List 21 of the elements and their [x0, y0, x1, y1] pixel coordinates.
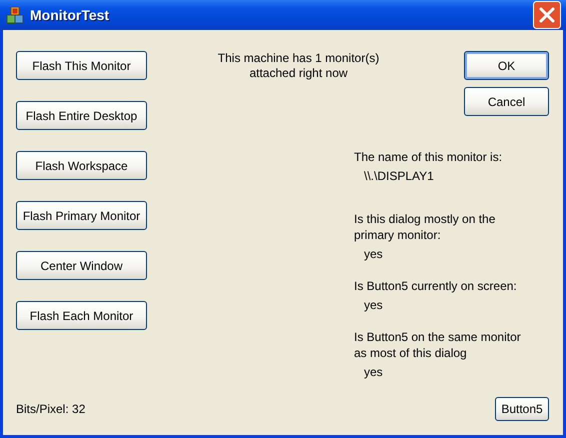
- action-button[interactable]: Flash Each Monitor: [16, 301, 147, 330]
- window-title: MonitorTest: [30, 7, 110, 23]
- blocks-icon: [6, 6, 24, 24]
- close-icon[interactable]: [533, 1, 561, 29]
- button5-button[interactable]: Button5: [495, 397, 549, 421]
- action-button[interactable]: Flash This Monitor: [16, 51, 147, 80]
- action-button[interactable]: Center Window: [16, 251, 147, 280]
- action-button[interactable]: Flash Workspace: [16, 151, 147, 180]
- action-button[interactable]: Flash Primary Monitor: [16, 201, 147, 230]
- action-button[interactable]: Flash Entire Desktop: [16, 101, 147, 130]
- info-label: Is Button5 currently on screen:: [354, 278, 518, 294]
- info-value: yes: [363, 364, 384, 380]
- info-value: \\.\DISPLAY1: [363, 168, 435, 184]
- info-label: Is this dialog mostly on the primary monitor:: [354, 211, 496, 243]
- monitor-count-message: This machine has 1 monitor(s) attached right now: [216, 51, 380, 82]
- dialog-button[interactable]: Cancel: [464, 87, 549, 116]
- info-label: The name of this monitor is:: [354, 149, 504, 165]
- info-value: yes: [363, 246, 384, 262]
- bits-per-pixel-text: Bits/Pixel: 32: [16, 402, 86, 416]
- dialog-button[interactable]: OK: [464, 51, 549, 80]
- info-value: yes: [363, 297, 384, 313]
